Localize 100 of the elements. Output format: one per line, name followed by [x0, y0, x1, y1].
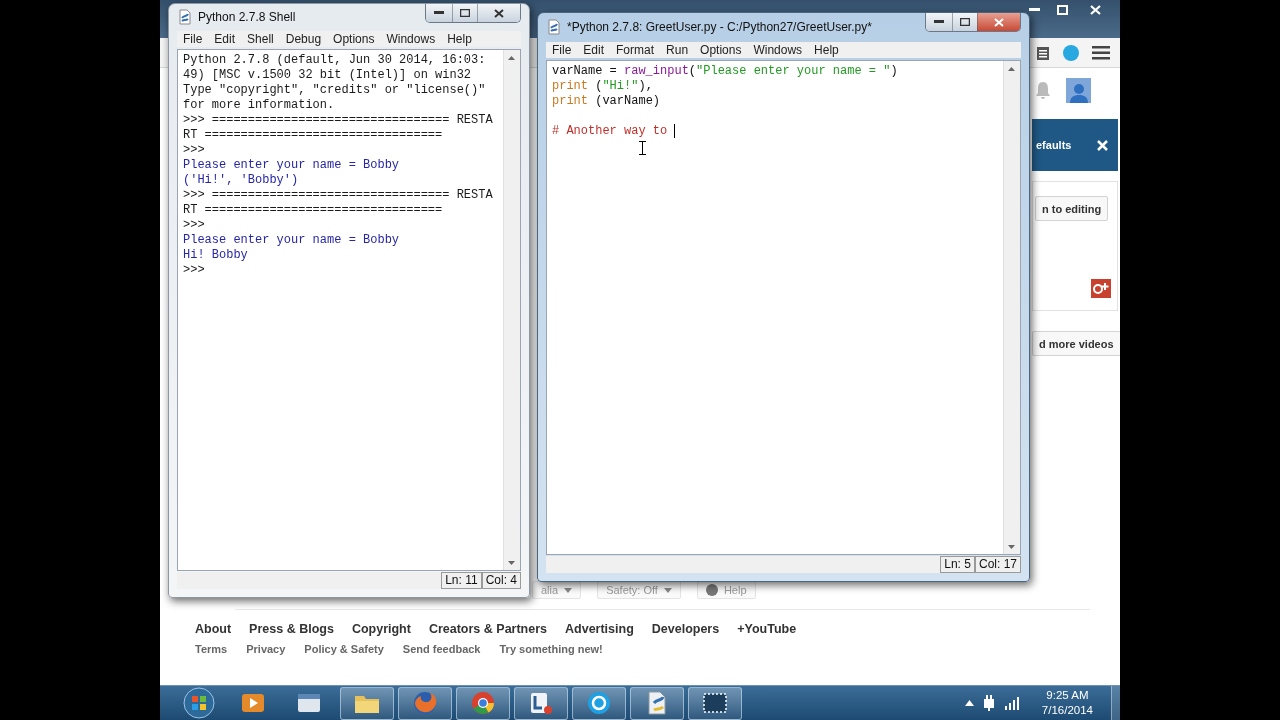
menu-item[interactable]: Debug: [279, 32, 328, 46]
more-videos-button[interactable]: d more videos: [1032, 331, 1120, 356]
taskbar-button[interactable]: [456, 686, 510, 720]
footer-link[interactable]: Try something new!: [499, 643, 603, 655]
footer-link[interactable]: Advertising: [565, 622, 634, 636]
footer-link[interactable]: Terms: [195, 643, 228, 655]
person-icon: [1069, 82, 1088, 103]
menu-item[interactable]: File: [177, 32, 209, 46]
menu-item[interactable]: Options: [327, 32, 381, 46]
console-line: ('Hi!', 'Bobby'): [183, 173, 299, 188]
caret-icon: [564, 587, 573, 593]
menu-item[interactable]: File: [546, 43, 578, 57]
dotted-frame-icon: [701, 691, 729, 715]
close-icon: [494, 8, 504, 18]
footer-link[interactable]: Privacy: [246, 643, 286, 655]
clock-date: 7/16/2014: [1041, 703, 1093, 718]
status-field: Col: 4: [481, 572, 521, 589]
code-line: varName = raw_input("Please enter your name = "): [552, 64, 898, 79]
minimize-button[interactable]: [926, 13, 952, 31]
maximize-icon: [960, 18, 970, 26]
maximize-icon: [460, 9, 470, 17]
console-line: for more information.: [183, 98, 335, 113]
console-line: 49) [MSC v.1500 32 bit (Intel)] on win32: [183, 68, 472, 83]
taskbar-button[interactable]: [340, 686, 394, 720]
minimize-icon: [1028, 8, 1040, 11]
maximize-button[interactable]: [452, 4, 477, 22]
status-field: Col: 17: [974, 556, 1021, 573]
window-title: *Python 2.7.8: GreetUser.py - C:/Python27/GreetUser.py*: [567, 19, 872, 34]
menu-item[interactable]: Options: [694, 43, 748, 57]
menu-item[interactable]: Format: [610, 43, 661, 57]
i-beam-cursor-icon: [639, 141, 646, 155]
footer-link[interactable]: +YouTube: [737, 622, 797, 636]
clock[interactable]: 9:25 AM 7/16/2014: [1041, 688, 1093, 718]
console-line: >>> ================================= RESTA: [183, 188, 493, 203]
maximize-button[interactable]: [952, 13, 977, 31]
app-window-icon: [296, 691, 322, 715]
share-icon: [1091, 279, 1111, 298]
minimize-icon: [934, 20, 944, 24]
footer-link[interactable]: Press & Blogs: [249, 622, 334, 636]
menu-item[interactable]: Windows: [747, 43, 809, 57]
console-line: Type "copyright", "credits" or "license()": [183, 83, 486, 98]
close-icon: [994, 17, 1004, 27]
code-line: print (varName): [552, 94, 661, 109]
console-line: RT =================================: [183, 128, 443, 143]
windows-orb-icon: [183, 687, 215, 719]
console-line: RT =================================: [183, 203, 443, 218]
console-line: >>> ================================= RESTA: [183, 113, 493, 128]
scrollbar[interactable]: [503, 50, 520, 570]
bell-icon: [1034, 80, 1052, 100]
menu-item[interactable]: Windows: [380, 32, 442, 46]
power-plug-icon: [981, 695, 996, 711]
menu-item[interactable]: Edit: [577, 43, 611, 57]
taskbar-button[interactable]: [514, 686, 568, 720]
footer-link[interactable]: Copyright: [351, 622, 411, 636]
console-line: >>>: [183, 263, 206, 278]
window-title: Python 2.7.8 Shell: [198, 9, 296, 24]
console-line: Please enter your name = Bobby: [183, 158, 400, 173]
menu-icon: [1092, 45, 1110, 60]
start-button[interactable]: [180, 686, 218, 720]
avatar[interactable]: [1066, 77, 1091, 103]
console-line: Python 2.7.8 (default, Jun 30 2014, 16:03:: [183, 53, 486, 68]
code-line: print ("Hi!"),: [552, 79, 653, 94]
menu-item[interactable]: Help: [808, 43, 845, 57]
footer-link[interactable]: Policy & Safety: [304, 643, 384, 655]
status-field: Ln: 5: [940, 556, 975, 573]
taskbar-button[interactable]: [572, 686, 626, 720]
wheel-icon: [470, 690, 496, 716]
footer-link[interactable]: Send feedback: [402, 643, 481, 655]
edit-button[interactable]: n to editing: [1035, 196, 1109, 221]
console-line: >>>: [183, 143, 206, 158]
console-line: >>>: [183, 218, 206, 233]
clock-time: 9:25 AM: [1046, 688, 1089, 703]
show-hidden-icon: [964, 700, 974, 706]
footer-link[interactable]: About: [195, 622, 232, 636]
taskbar-button[interactable]: [630, 686, 684, 720]
menu-item[interactable]: Help: [441, 32, 478, 46]
console-line: Hi! Bobby: [183, 248, 248, 263]
globe-icon: [412, 690, 438, 716]
show-desktop-button[interactable]: [1111, 686, 1120, 720]
close-icon: [1097, 139, 1108, 151]
console-line: Please enter your name = Bobby: [183, 233, 400, 248]
caret-icon: [663, 587, 672, 593]
footer-link[interactable]: Creators & Partners: [428, 622, 547, 636]
document-icon: [177, 8, 193, 25]
close-icon: [1089, 4, 1101, 15]
close-button[interactable]: [477, 4, 520, 22]
banner-text: efaults: [1036, 139, 1072, 151]
code-line: # Another way to: [552, 124, 676, 139]
footer-link[interactable]: Developers: [651, 622, 720, 636]
taskbar-button[interactable]: [688, 686, 742, 720]
scrollbar[interactable]: [1003, 61, 1020, 554]
minimize-button[interactable]: [426, 4, 452, 22]
clipboard-icon: [1036, 44, 1050, 61]
menu-item[interactable]: Run: [660, 43, 695, 57]
maximize-icon: [1056, 4, 1068, 15]
status-field: Ln: 11: [441, 572, 482, 589]
media-player-icon: [240, 691, 266, 715]
taskbar-button[interactable]: [398, 686, 452, 720]
menu-item[interactable]: Edit: [208, 32, 242, 46]
menu-item[interactable]: Shell: [241, 32, 280, 46]
